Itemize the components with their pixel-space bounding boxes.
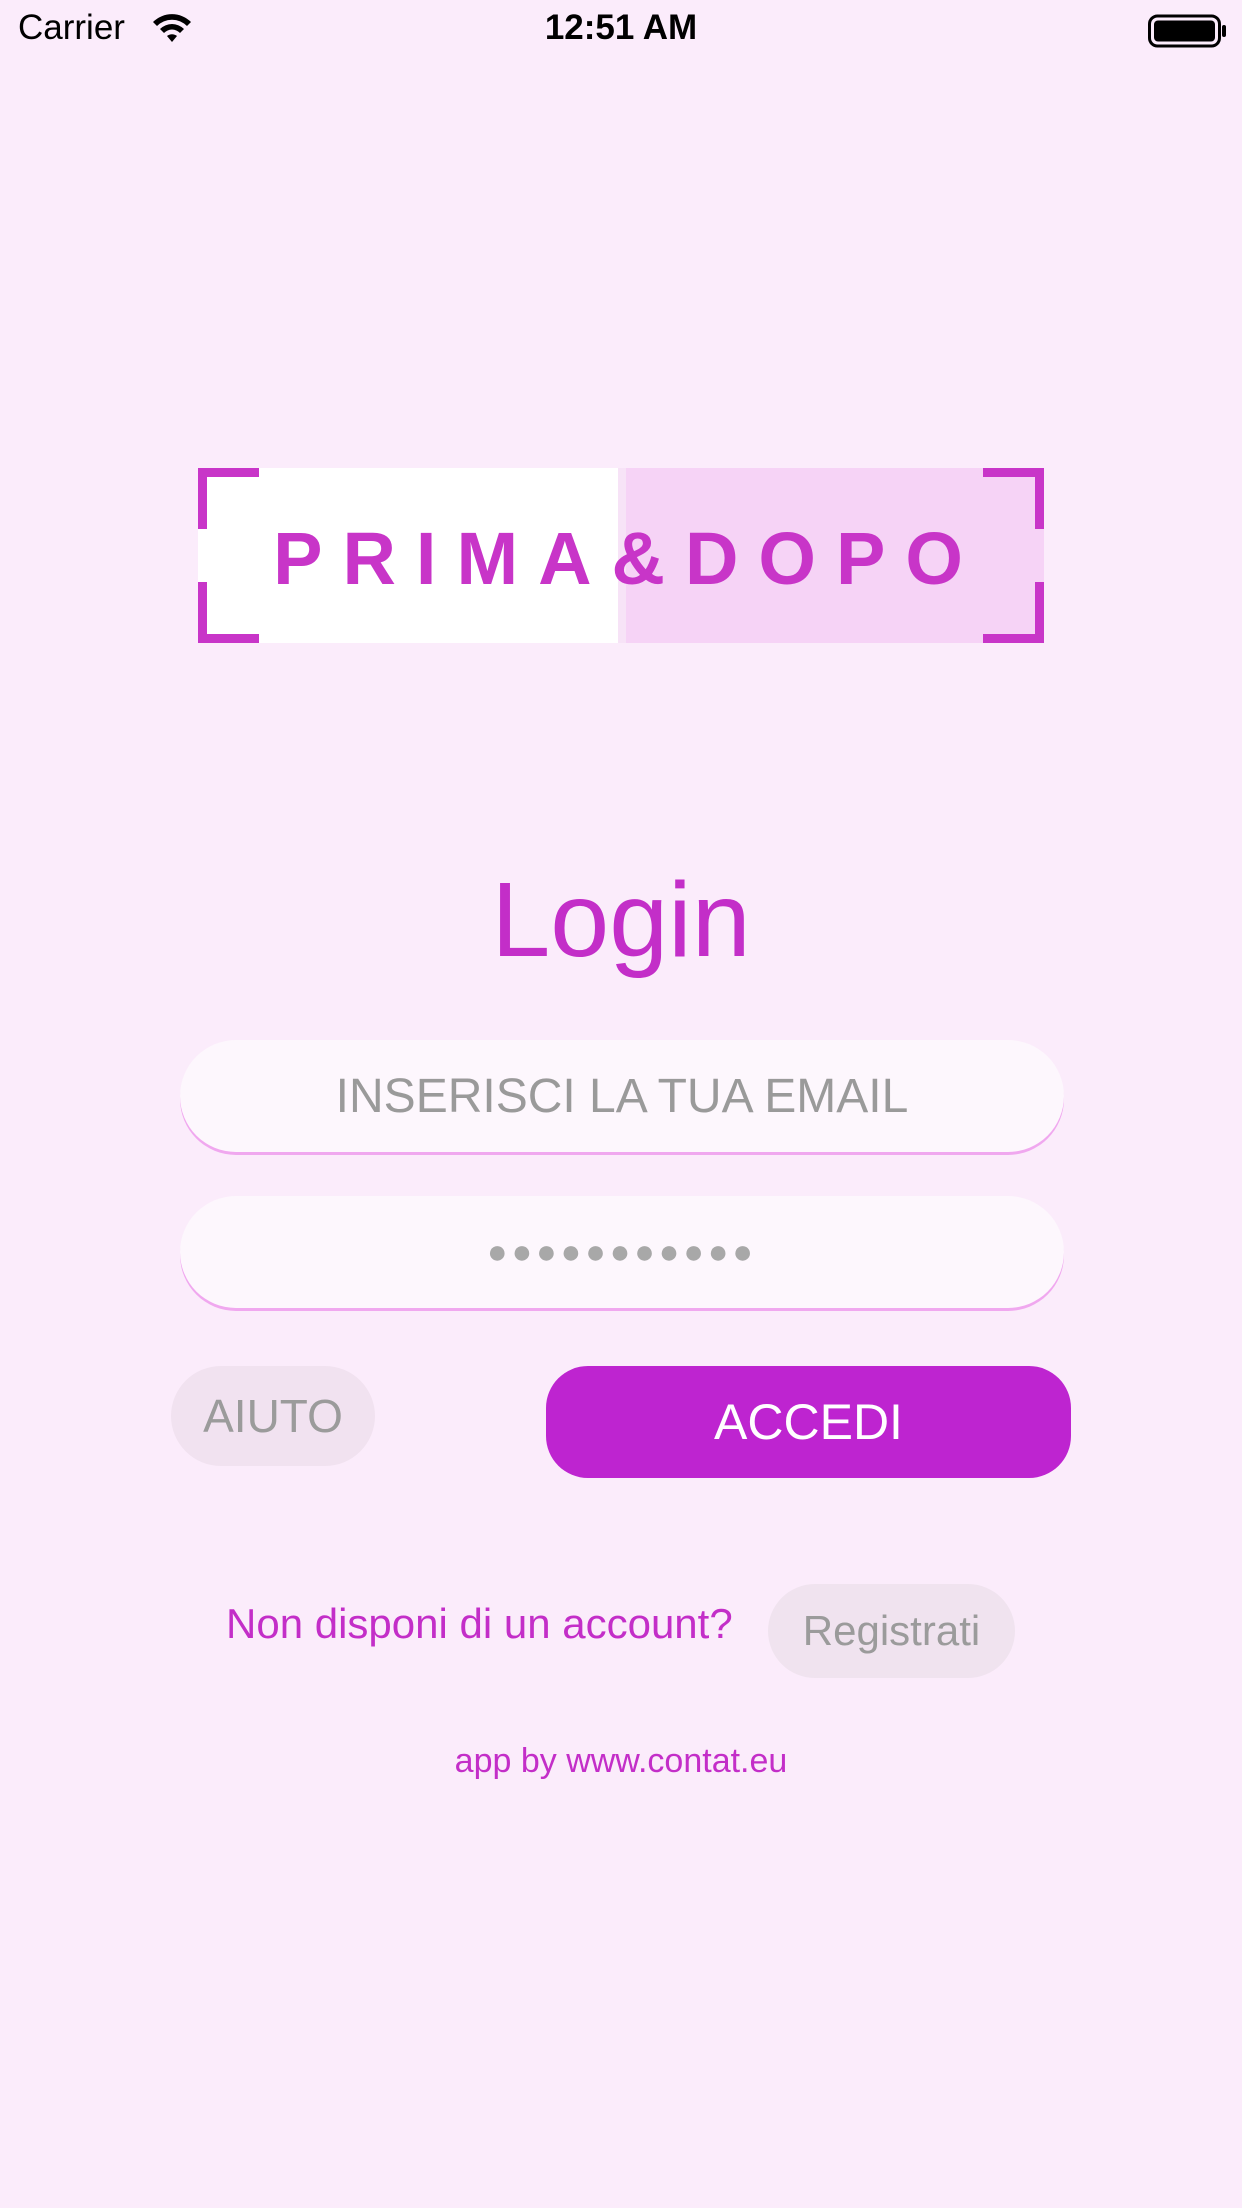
login-button[interactable]: ACCEDI [546, 1366, 1071, 1478]
page-title: Login [491, 861, 751, 979]
logo-text: PRIMA&DOPO [273, 517, 983, 600]
app-logo: PRIMA&DOPO [198, 468, 1044, 643]
password-field[interactable] [180, 1196, 1064, 1308]
register-button[interactable]: Registrati [768, 1584, 1015, 1678]
email-field[interactable] [180, 1040, 1064, 1152]
help-button[interactable]: AIUTO [171, 1366, 375, 1466]
credits-link[interactable]: app by www.contat.eu [0, 1742, 1242, 1781]
battery-icon [1148, 14, 1226, 48]
no-account-prompt: Non disponi di un account? [226, 1600, 733, 1647]
status-time: 12:51 AM [544, 8, 698, 47]
status-bar: Carrier 12:51 AM [0, 0, 1242, 62]
